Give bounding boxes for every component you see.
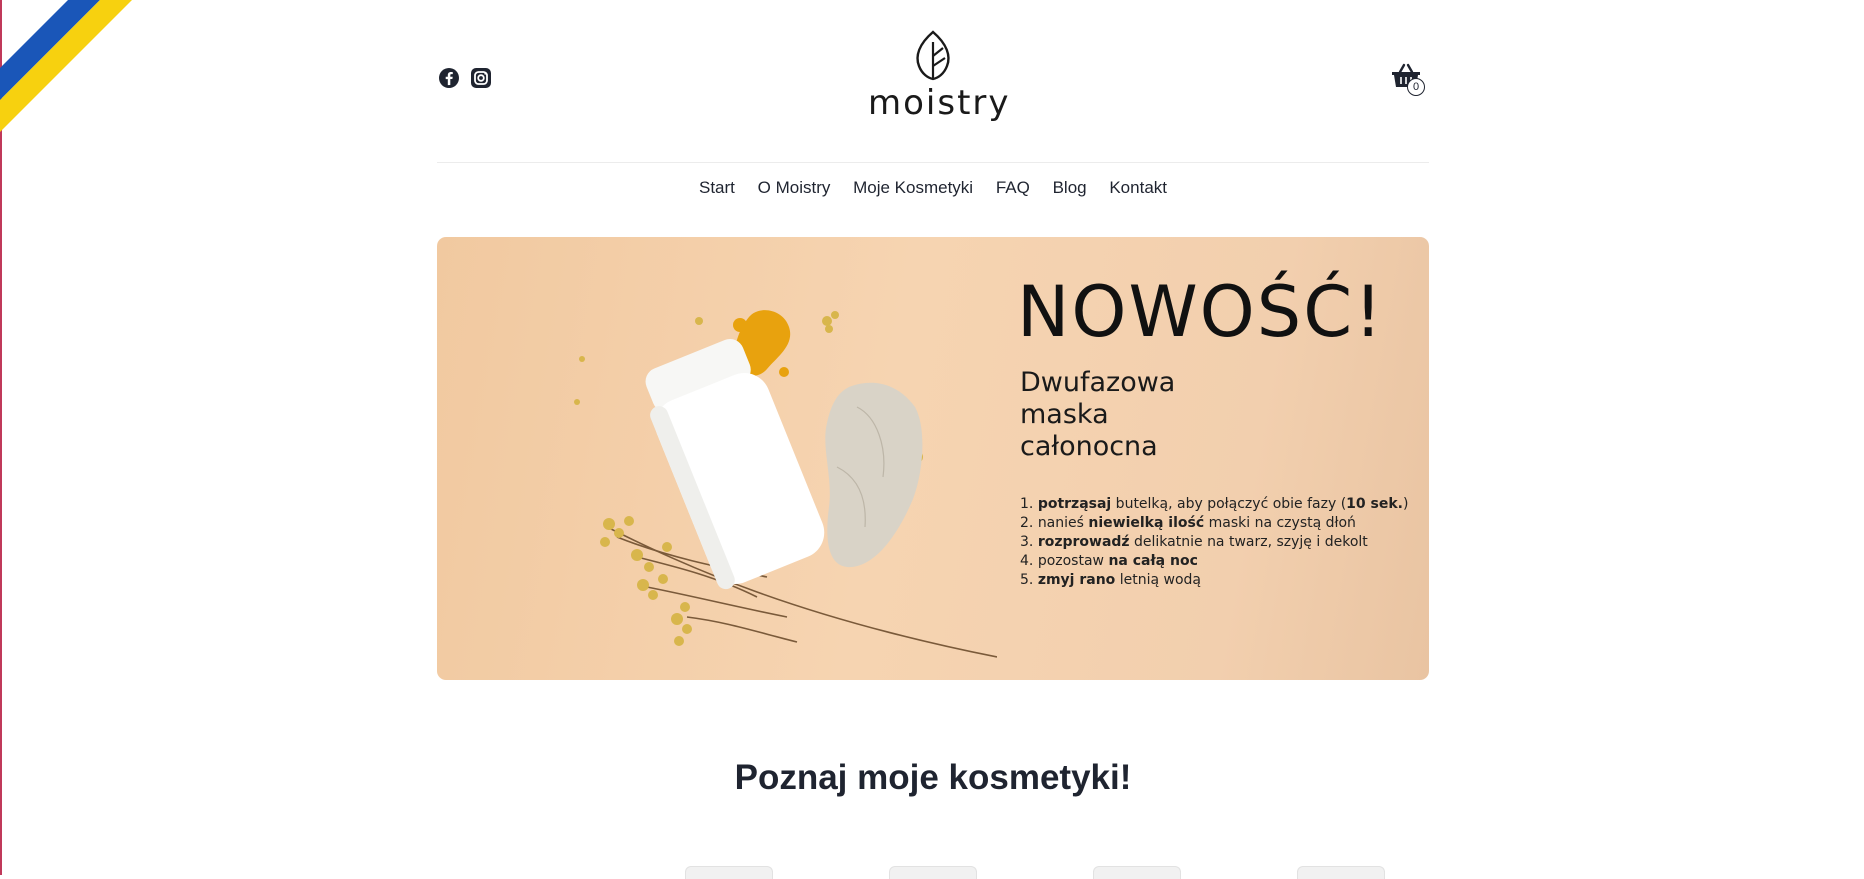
nav-item-kontakt[interactable]: Kontakt: [1109, 178, 1167, 197]
usage-step: 1. potrząsaj butelką, aby połączyć obie …: [1020, 496, 1409, 512]
usage-step: 5. zmyj rano letnią wodą: [1020, 572, 1202, 588]
leaf-logo-icon: [916, 30, 950, 81]
product-card[interactable]: [685, 866, 773, 879]
hero-title: NOWOŚĆ!: [1017, 271, 1385, 353]
ukraine-flag-ribbon: [0, 0, 140, 140]
site-header: moistry 0: [437, 0, 1429, 162]
instagram-icon[interactable]: [470, 67, 492, 89]
logo-wordmark: moistry: [868, 83, 1011, 123]
hero-banner[interactable]: NOWOŚĆ! Dwufazowa maska całonocna 1. pot…: [437, 237, 1429, 680]
hero-subtitle-line: Dwufazowa: [1020, 367, 1176, 398]
product-card[interactable]: [1093, 866, 1181, 879]
cart-button[interactable]: 0: [1391, 62, 1425, 96]
page-container: moistry 0 Start O Moistry Moje Kosmetyki…: [437, 0, 1429, 879]
nav-item-start[interactable]: Start: [699, 178, 735, 197]
header-divider: [437, 162, 1429, 163]
usage-step: 2. nanieś niewielką ilość maski na czyst…: [1020, 515, 1356, 531]
usage-steps: 1. potrząsaj butelką, aby połączyć obie …: [1020, 495, 1408, 590]
usage-step: 4. pozostaw na całą noc: [1020, 553, 1198, 569]
usage-step: 3. rozprowadź delikatnie na twarz, szyję…: [1020, 534, 1368, 550]
facebook-icon[interactable]: [438, 67, 460, 89]
hero-subtitle: Dwufazowa maska całonocna: [1020, 367, 1175, 463]
product-illustration: [574, 310, 997, 658]
nav-item-blog[interactable]: Blog: [1053, 178, 1087, 197]
site-logo[interactable]: moistry: [868, 30, 1011, 123]
product-grid: [437, 860, 1429, 879]
product-card[interactable]: [1297, 866, 1385, 879]
main-navigation: Start O Moistry Moje Kosmetyki FAQ Blog …: [437, 178, 1429, 198]
social-links: [438, 67, 492, 89]
hero-subtitle-line: maska: [1020, 399, 1109, 430]
product-card[interactable]: [889, 866, 977, 879]
section-title: Poznaj moje kosmetyki!: [734, 758, 1132, 797]
nav-item-moje-kosmetyki[interactable]: Moje Kosmetyki: [853, 178, 973, 197]
hero-subtitle-line: całonocna: [1020, 431, 1158, 462]
left-edge-line: [0, 0, 2, 875]
nav-item-faq[interactable]: FAQ: [996, 178, 1030, 197]
cart-count-badge: 0: [1407, 78, 1425, 96]
nav-item-o-moistry[interactable]: O Moistry: [758, 178, 831, 197]
